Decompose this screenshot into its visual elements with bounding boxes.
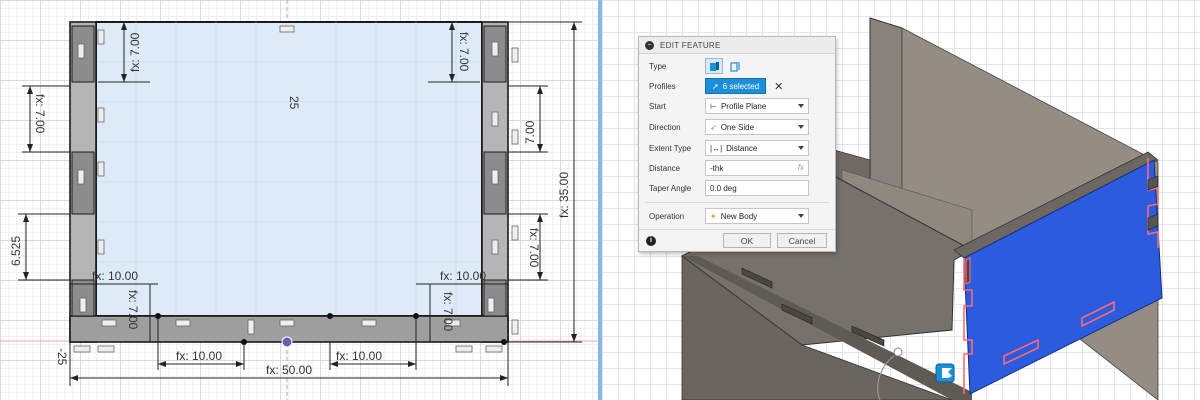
profile-plane-icon: ⊢ xyxy=(710,101,717,111)
row-operation: Operation ✦ New Body xyxy=(639,206,835,226)
taper-angle-label: Taper Angle xyxy=(649,183,692,193)
operation-value: New Body xyxy=(720,211,758,221)
operation-dropdown[interactable]: ✦ New Body xyxy=(705,208,809,224)
profiles-label: Profiles xyxy=(649,81,676,91)
direction-value: One Side xyxy=(720,122,755,132)
origin-icon[interactable] xyxy=(281,336,293,348)
new-body-icon: ✦ xyxy=(710,211,717,221)
extent-type-value: Distance xyxy=(726,143,758,153)
dialog-header[interactable]: − EDIT FEATURE xyxy=(639,37,835,54)
extent-type-dropdown[interactable]: |↔| Distance xyxy=(705,140,809,156)
extrude-manipulator-icon[interactable] xyxy=(935,363,955,383)
dim-center: 25 xyxy=(287,96,301,110)
dim-width-total[interactable]: fx: 50.00 xyxy=(266,363,312,377)
type-solid-button[interactable] xyxy=(705,58,723,74)
start-label: Start xyxy=(649,101,666,111)
dim-right-lower[interactable]: fx: 7.00 xyxy=(527,228,541,268)
distance-label: Distance xyxy=(649,163,681,173)
taper-angle-value: 0.0 deg xyxy=(710,183,737,193)
fx-icon[interactable]: fx xyxy=(798,163,804,172)
row-direction: Direction ➶ One Side xyxy=(639,117,835,137)
sketch-drawing[interactable]: fx: 7.00 fx: 7.00 fx: 7.00 6.525 7.00 fx… xyxy=(0,0,598,400)
dim-right-upper[interactable]: 7.00 xyxy=(523,120,537,144)
sketch-canvas[interactable]: fx: 7.00 fx: 7.00 fx: 7.00 6.525 7.00 fx… xyxy=(0,0,598,400)
dim-bottom-right[interactable]: fx: 10.00 xyxy=(440,269,486,283)
dim-left-upper[interactable]: fx: 7.00 xyxy=(33,94,47,134)
extent-type-label: Extent Type xyxy=(649,143,692,153)
row-distance: Distance -thk fx xyxy=(639,158,835,178)
type-thin-button[interactable] xyxy=(726,58,744,74)
profiles-count: 6 selected xyxy=(722,81,760,91)
row-taper-angle: Taper Angle 0.0 deg xyxy=(639,178,835,198)
dim-bottom-left[interactable]: fx: 10.00 xyxy=(92,269,138,283)
edit-feature-dialog[interactable]: − EDIT FEATURE Type Profiles ➚ 6 selecte… xyxy=(638,36,836,252)
start-dropdown[interactable]: ⊢ Profile Plane xyxy=(705,98,809,114)
distance-icon: |↔| xyxy=(710,143,723,153)
distance-input[interactable]: -thk fx xyxy=(705,160,809,176)
row-profiles: Profiles ➚ 6 selected ✕ xyxy=(639,76,835,96)
dialog-separator xyxy=(645,202,829,203)
collapse-icon[interactable]: − xyxy=(645,40,654,50)
distance-value: -thk xyxy=(710,163,724,173)
info-icon[interactable]: i xyxy=(646,235,656,246)
solid-extrude-icon xyxy=(709,61,719,71)
dim-top-left-tab[interactable]: fx: 7.00 xyxy=(128,32,142,72)
type-label: Type xyxy=(649,61,667,71)
start-value: Profile Plane xyxy=(720,101,767,111)
row-start: Start ⊢ Profile Plane xyxy=(639,96,835,116)
chevron-down-icon xyxy=(798,214,804,218)
row-extent-type: Extent Type |↔| Distance xyxy=(639,138,835,158)
dim-origin: -25 xyxy=(55,348,69,366)
dialog-footer: i OK Cancel xyxy=(639,229,835,251)
taper-angle-input[interactable]: 0.0 deg xyxy=(705,180,809,196)
dim-top-right-tab[interactable]: fx: 7.00 xyxy=(457,32,471,72)
sketch-profile-inner[interactable] xyxy=(95,21,483,317)
cancel-button[interactable]: Cancel xyxy=(777,233,827,248)
dialog-title: EDIT FEATURE xyxy=(660,40,721,50)
cursor-arrow-icon: ➚ xyxy=(712,81,719,91)
direction-label: Direction xyxy=(649,122,681,132)
dim-corner-left[interactable]: fx: 7.00 xyxy=(126,290,140,330)
back-wall[interactable] xyxy=(869,17,903,191)
row-type: Type xyxy=(639,56,835,76)
direction-dropdown[interactable]: ➶ One Side xyxy=(705,119,809,135)
one-side-icon: ➶ xyxy=(710,122,717,132)
chevron-down-icon xyxy=(798,146,804,150)
dim-inner-right[interactable]: fx: 10.00 xyxy=(336,349,382,363)
clear-selection-icon[interactable]: ✕ xyxy=(774,80,783,93)
dim-height-total[interactable]: fx: 35.00 xyxy=(557,172,571,218)
chevron-down-icon xyxy=(798,104,804,108)
dim-inner-left[interactable]: fx: 10.00 xyxy=(176,349,222,363)
operation-label: Operation xyxy=(649,211,685,221)
dim-corner-right[interactable]: fx: 7.00 xyxy=(441,292,455,332)
dim-left-lower[interactable]: 6.525 xyxy=(9,236,23,266)
chevron-down-icon xyxy=(798,125,804,129)
thin-extrude-icon xyxy=(729,61,740,72)
ok-button[interactable]: OK xyxy=(723,233,771,248)
profiles-selection-button[interactable]: ➚ 6 selected xyxy=(705,78,767,94)
